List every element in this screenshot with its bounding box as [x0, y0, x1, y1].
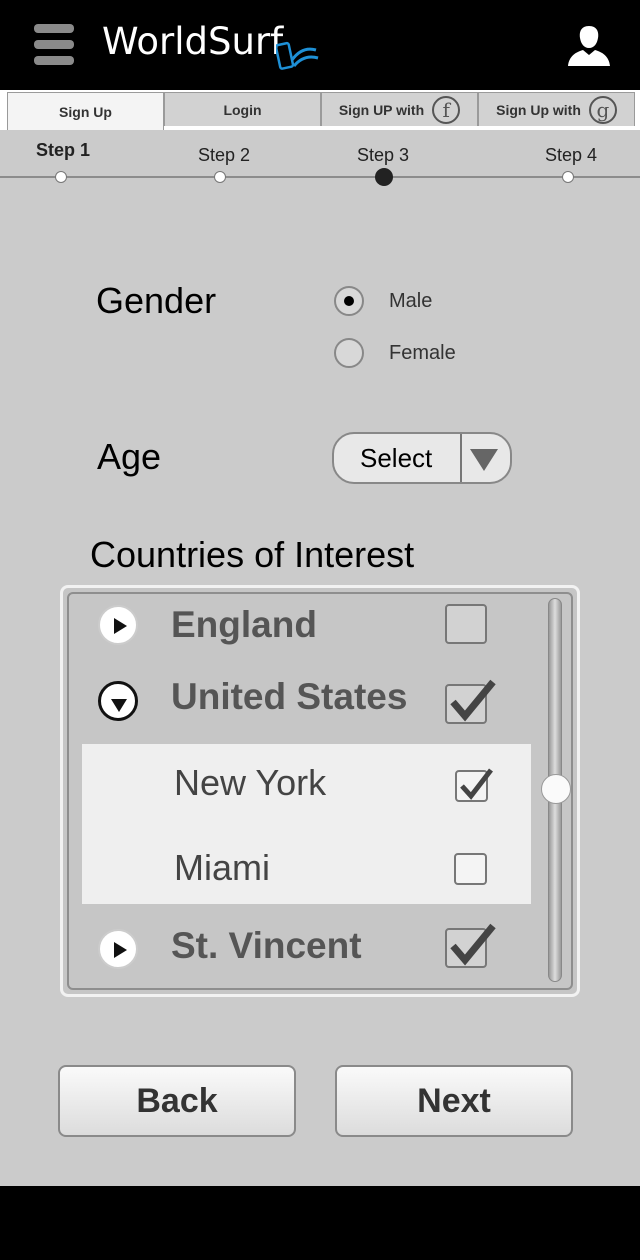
country-united-states-label: United States [171, 676, 408, 717]
next-button[interactable]: Next [335, 1065, 573, 1137]
tab-sign-up[interactable]: Sign Up [7, 92, 164, 130]
hamburger-menu-icon[interactable] [34, 24, 74, 66]
collapse-united-states-icon[interactable] [98, 681, 138, 721]
city-miami-label: Miami [174, 847, 270, 888]
age-label: Age [97, 436, 162, 477]
gender-male-radio[interactable] [334, 286, 364, 316]
country-st-vincent-checkbox[interactable] [445, 923, 496, 968]
step-2-dot[interactable] [214, 171, 226, 183]
checkmark-icon [460, 768, 493, 800]
step-4-label: Step 4 [545, 145, 598, 165]
user-profile-icon[interactable] [566, 24, 612, 66]
checkmark-icon [450, 923, 496, 966]
age-select[interactable]: Select [332, 432, 512, 484]
country-england-checkbox[interactable] [445, 604, 487, 644]
expand-england-icon[interactable] [98, 605, 138, 645]
gender-male-label: Male [389, 290, 433, 312]
step-1-label: Step 1 [36, 140, 91, 160]
gender-label: Gender [96, 280, 217, 321]
step-4-dot[interactable] [562, 171, 574, 183]
tab-google-label: Sign Up with [496, 101, 581, 118]
age-select-divider [460, 434, 462, 482]
google-icon: g [588, 95, 617, 124]
gender-female-label: Female [389, 342, 456, 364]
step-1-dot[interactable] [55, 171, 67, 183]
age-select-value: Select [360, 443, 433, 473]
country-united-states-checkbox[interactable] [445, 679, 496, 724]
countries-label: Countries of Interest [90, 534, 415, 575]
step-3-dot[interactable] [375, 168, 393, 186]
gender-female-radio[interactable] [334, 338, 364, 368]
city-new-york-checkbox[interactable] [455, 768, 493, 802]
tab-sign-up-facebook[interactable]: Sign UP with f [321, 92, 478, 126]
checkmark-icon [450, 679, 496, 722]
bottom-bar [0, 1186, 640, 1260]
step-progress-line [0, 176, 640, 178]
tab-sign-up-label: Sign Up [59, 103, 112, 120]
city-new-york-label: New York [174, 762, 327, 803]
auth-tab-bar: Sign Up Login Sign UP with f Sign Up wit… [0, 90, 640, 130]
tab-sign-up-google[interactable]: Sign Up with g [478, 92, 635, 126]
tab-facebook-label: Sign UP with [338, 101, 425, 118]
countries-scrollbar-thumb[interactable] [541, 774, 571, 804]
step-3-label: Step 3 [357, 145, 410, 165]
app-header [0, 0, 640, 90]
facebook-icon: f [432, 95, 461, 124]
surf-phone-logo-icon [276, 41, 319, 70]
tab-login[interactable]: Login [164, 92, 321, 126]
app-title: WorldSurf [102, 20, 284, 63]
expand-st-vincent-icon[interactable] [98, 929, 138, 969]
back-button[interactable]: Back [58, 1065, 296, 1137]
country-england-label: England [171, 604, 317, 645]
tab-login-label: Login [223, 101, 262, 118]
country-st-vincent-label: St. Vincent [171, 925, 362, 966]
dropdown-arrow-icon [470, 449, 498, 471]
city-miami-checkbox[interactable] [454, 853, 487, 885]
step-2-label: Step 2 [198, 145, 251, 165]
